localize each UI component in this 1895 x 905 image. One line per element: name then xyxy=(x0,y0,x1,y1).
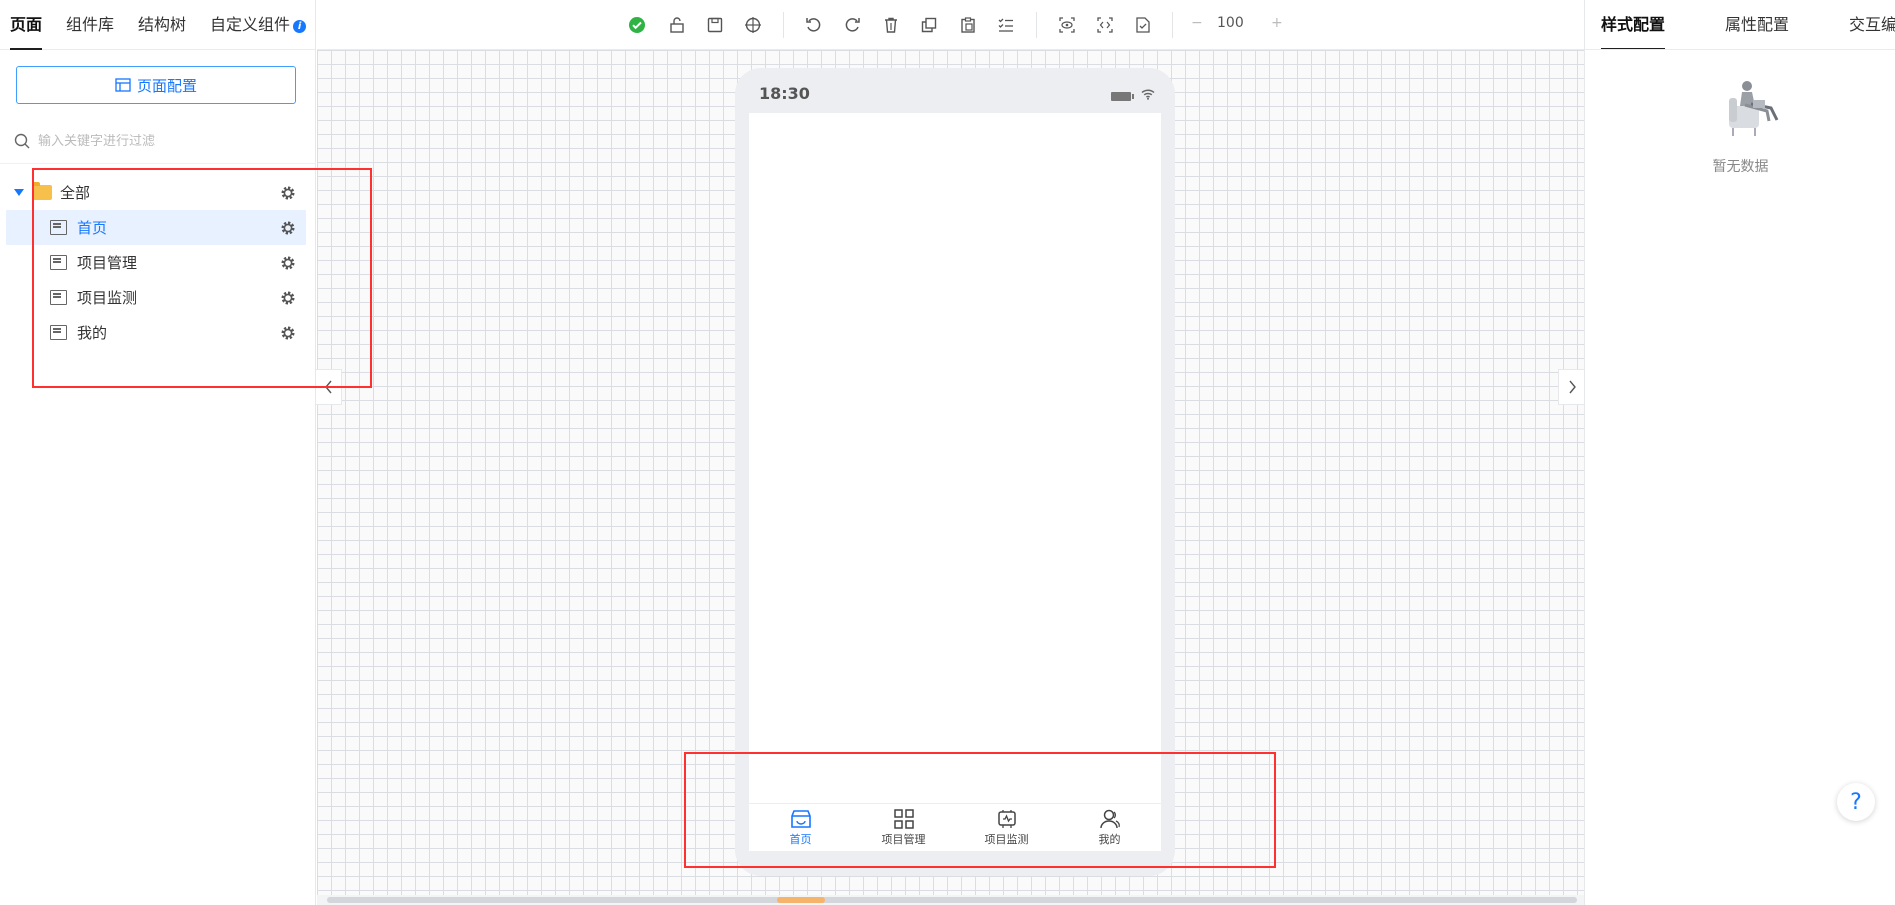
table-icon xyxy=(115,78,131,92)
tree-node-label: 我的 xyxy=(77,324,108,342)
page-icon xyxy=(50,220,67,235)
delete-icon[interactable] xyxy=(880,14,902,36)
tabbar-item-project-monitoring[interactable]: 项目监测 xyxy=(955,804,1058,851)
tab-style-config[interactable]: 样式配置 xyxy=(1601,0,1666,49)
tabbar-label: 项目监测 xyxy=(984,832,1029,846)
tree-node-label: 项目管理 xyxy=(77,254,138,272)
empty-state-illustration xyxy=(1729,81,1779,136)
crosshair-icon[interactable] xyxy=(742,14,764,36)
wifi-icon xyxy=(1141,89,1155,100)
expand-right-button[interactable] xyxy=(1558,369,1584,405)
folder-icon xyxy=(32,182,52,200)
empty-state-text: 暂无数据 xyxy=(1712,159,1769,175)
page-icon xyxy=(50,325,67,340)
paste-icon[interactable] xyxy=(957,14,979,36)
page-config-label: 页面配置 xyxy=(136,76,197,95)
info-icon[interactable]: i xyxy=(293,19,307,33)
zoom-in-button[interactable]: + xyxy=(1271,15,1283,31)
tab-property-config[interactable]: 属性配置 xyxy=(1725,0,1789,49)
tree-node-project-monitoring[interactable]: 项目监测 xyxy=(6,280,306,315)
undo-icon[interactable] xyxy=(803,14,825,36)
toolbar-separator xyxy=(1172,12,1173,38)
tab-pages[interactable]: 页面 xyxy=(10,0,43,50)
scrollbar-thumb[interactable] xyxy=(327,897,1577,903)
tree-node-root[interactable]: 全部 xyxy=(6,175,306,210)
scrollbar-marker xyxy=(777,897,825,903)
tree-node-project-management[interactable]: 项目管理 xyxy=(6,245,306,280)
copy-icon[interactable] xyxy=(918,14,940,36)
right-panel: 样式配置 属性配置 交互编排 暂无数据 ? xyxy=(1584,0,1895,905)
app-root: 页面 组件库 结构树 自定义组件 i 页面配置 输入关键字进行过滤 全部 首页 … xyxy=(0,0,1895,905)
home-icon xyxy=(790,809,811,828)
battery-icon xyxy=(1111,92,1134,101)
chevron-right-icon xyxy=(1568,380,1576,394)
check-circle-icon[interactable] xyxy=(626,14,648,36)
code-icon[interactable] xyxy=(1094,14,1116,36)
zoom-value: 100 xyxy=(1217,15,1244,31)
collapse-left-button[interactable] xyxy=(316,369,342,405)
tree-node-mine[interactable]: 我的 xyxy=(6,315,306,350)
tree-node-home[interactable]: 首页 xyxy=(6,210,306,245)
editor-toolbar: − 100 + xyxy=(317,0,1584,50)
toolbar-separator xyxy=(1036,12,1037,38)
tabbar-label: 首页 xyxy=(789,832,812,846)
gear-icon[interactable] xyxy=(280,185,296,201)
right-tabs: 样式配置 属性配置 交互编排 xyxy=(1585,0,1895,50)
gear-icon[interactable] xyxy=(280,255,296,271)
tree-node-label: 首页 xyxy=(77,219,108,237)
search-icon xyxy=(14,133,30,149)
redo-icon[interactable] xyxy=(841,14,863,36)
preview-eye-icon[interactable] xyxy=(1056,14,1078,36)
tabbar-label: 我的 xyxy=(1098,832,1121,846)
page-config-button[interactable]: 页面配置 xyxy=(16,66,296,104)
grid-icon xyxy=(893,808,914,829)
search-input[interactable] xyxy=(38,133,288,149)
tabbar-item-project-management[interactable]: 项目管理 xyxy=(852,804,955,851)
checklist-icon[interactable] xyxy=(995,14,1017,36)
divider xyxy=(0,163,316,164)
tabbar-item-home[interactable]: 首页 xyxy=(749,804,852,851)
chevron-left-icon xyxy=(324,380,332,394)
search-box xyxy=(14,130,304,152)
help-button[interactable]: ? xyxy=(1837,783,1875,821)
gear-icon[interactable] xyxy=(280,325,296,341)
left-panel: 页面 组件库 结构树 自定义组件 i 页面配置 输入关键字进行过滤 全部 首页 … xyxy=(0,0,316,905)
monitor-icon xyxy=(997,809,1016,828)
tree-node-label: 全部 xyxy=(60,184,91,202)
tab-structure-tree[interactable]: 结构树 xyxy=(138,0,186,50)
tree-node-label: 项目监测 xyxy=(77,289,138,307)
left-tabs: 页面 组件库 结构树 自定义组件 i xyxy=(0,0,315,50)
phone-tabbar: 首页 项目管理 项目监测 我的 xyxy=(749,803,1161,851)
unlock-icon[interactable] xyxy=(666,14,688,36)
phone-screen[interactable] xyxy=(749,113,1161,803)
toolbar-separator xyxy=(783,12,784,38)
phone-frame: 18:30 首页 项目管理 项目监测 我的 xyxy=(735,68,1175,876)
zoom-out-button[interactable]: − xyxy=(1191,15,1203,31)
status-time: 18:30 xyxy=(759,84,810,103)
tab-component-library[interactable]: 组件库 xyxy=(66,0,114,50)
doc-check-icon[interactable] xyxy=(1132,14,1154,36)
tab-interaction[interactable]: 交互编排 xyxy=(1849,0,1895,49)
horizontal-scrollbar[interactable] xyxy=(317,895,1584,905)
tabbar-label: 项目管理 xyxy=(881,832,926,846)
tab-custom-components[interactable]: 自定义组件 i xyxy=(210,0,307,50)
page-icon xyxy=(50,255,67,270)
page-icon xyxy=(50,290,67,305)
user-icon xyxy=(1099,809,1120,828)
tabbar-item-mine[interactable]: 我的 xyxy=(1058,804,1161,851)
gear-icon[interactable] xyxy=(280,220,296,236)
gear-icon[interactable] xyxy=(280,290,296,306)
caret-down-icon[interactable] xyxy=(14,189,24,196)
save-icon[interactable] xyxy=(704,14,726,36)
page-tree: 全部 首页 项目管理 项目监测 我的 xyxy=(6,175,306,350)
tab-custom-components-label: 自定义组件 xyxy=(210,14,291,34)
